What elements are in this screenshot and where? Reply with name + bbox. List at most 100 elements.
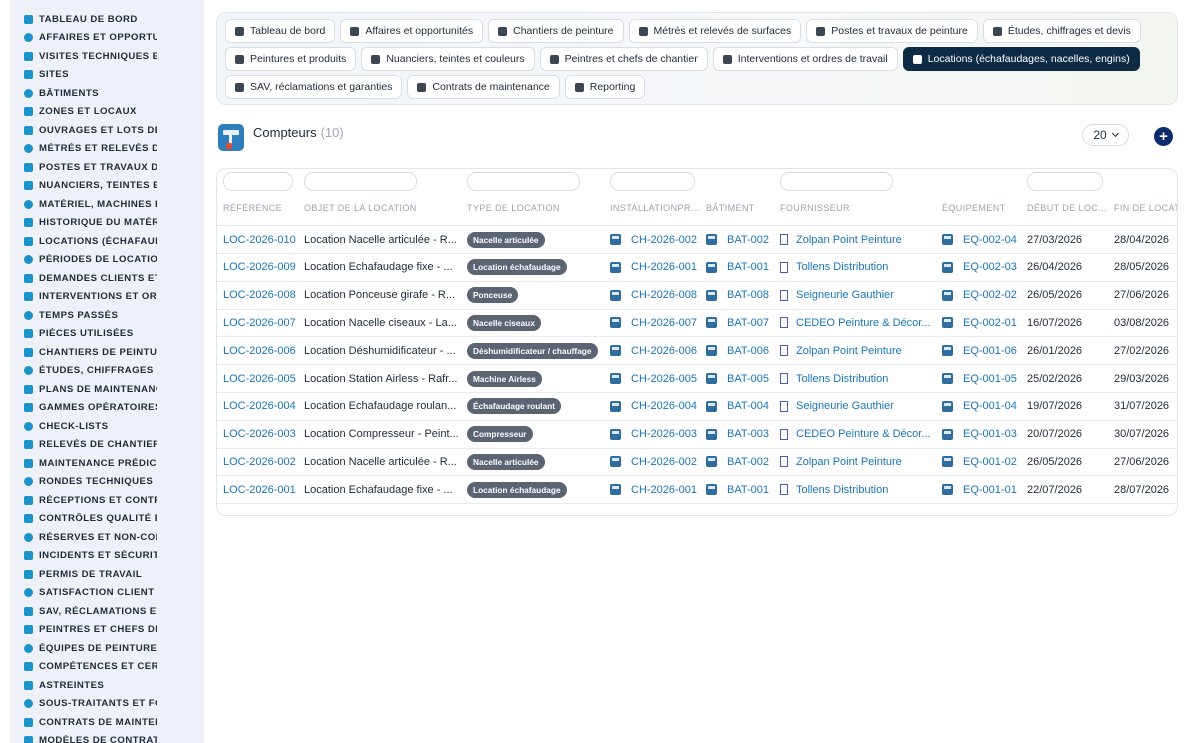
record-link[interactable]: EQ-001-01	[963, 484, 1017, 496]
record-link[interactable]: BAT-006	[727, 345, 769, 357]
sidebar-item[interactable]: TABLEAU DE BORD	[10, 10, 204, 29]
column-header[interactable]: BÂTIMENT	[706, 203, 778, 213]
record-link[interactable]: EQ-001-06	[963, 345, 1017, 357]
record-link[interactable]: Tollens Distribution	[796, 261, 888, 273]
sidebar-item[interactable]: COMPÉTENCES ET CERTIFICATIONS	[10, 658, 204, 677]
record-link[interactable]: BAT-001	[727, 261, 769, 273]
module-tab[interactable]: Affaires et opportunités	[340, 19, 484, 43]
table-row[interactable]: LOC-2026-007 Location Nacelle ciseaux - L…	[217, 309, 1177, 338]
module-tab[interactable]: Nuanciers, teintes et couleurs	[361, 47, 535, 71]
table-row[interactable]: LOC-2026-010 Location Nacelle articulée -…	[217, 226, 1177, 254]
module-tab[interactable]: Contrats de maintenance	[407, 75, 560, 99]
sidebar-item[interactable]: INTERVENTIONS ET ORDRES DE TRAVAIL	[10, 288, 204, 307]
record-link[interactable]: EQ-002-04	[963, 234, 1017, 246]
column-header[interactable]: OBJET DE LA LOCATION	[304, 203, 462, 213]
record-link[interactable]: Tollens Distribution	[796, 373, 888, 385]
module-tab[interactable]: Tableau de bord	[225, 19, 336, 43]
sidebar-item[interactable]: NUANCIERS, TEINTES ET COULEURS	[10, 177, 204, 196]
column-filter-input[interactable]	[610, 172, 695, 191]
record-link[interactable]: CH-2026-008	[631, 289, 697, 301]
sidebar-item[interactable]: ÉQUIPES DE PEINTURE	[10, 639, 204, 658]
record-link[interactable]: EQ-002-01	[963, 317, 1017, 329]
record-link[interactable]: CH-2026-005	[631, 373, 697, 385]
sidebar-item[interactable]: VISITES TECHNIQUES ET DIAGNOSTICS	[10, 47, 204, 66]
record-link[interactable]: EQ-001-04	[963, 400, 1017, 412]
module-tab[interactable]: Interventions et ordres de travail	[712, 47, 898, 71]
sidebar-item[interactable]: TEMPS PASSÉS	[10, 306, 204, 325]
record-link[interactable]: LOC-2026-005	[223, 373, 296, 385]
column-filter-input[interactable]	[780, 172, 893, 191]
module-tab[interactable]: SAV, réclamations et garanties	[225, 75, 403, 99]
record-link[interactable]: LOC-2026-001	[223, 484, 296, 496]
sidebar-item[interactable]: RELEVÉS DE CHANTIER	[10, 436, 204, 455]
record-link[interactable]: LOC-2026-002	[223, 456, 296, 468]
sidebar-item[interactable]: CONTRÔLES QUALITÉ ET CONFORMITÉ	[10, 510, 204, 529]
record-link[interactable]: BAT-002	[727, 234, 769, 246]
record-link[interactable]: CH-2026-002	[631, 456, 697, 468]
sidebar-item[interactable]: SOUS-TRAITANTS ET FOURNISSEURS	[10, 695, 204, 714]
sidebar-item[interactable]: PLANS DE MAINTENANCE	[10, 380, 204, 399]
table-row[interactable]: LOC-2026-004 Location Echafaudage roulan.…	[217, 393, 1177, 421]
record-link[interactable]: Tollens Distribution	[796, 484, 888, 496]
add-record-button[interactable]: +	[1154, 127, 1173, 146]
module-tab[interactable]: Reporting	[564, 75, 646, 99]
record-link[interactable]: CH-2026-004	[631, 400, 697, 412]
module-tab[interactable]: Peintres et chefs de chantier	[539, 47, 708, 71]
module-tab[interactable]: Peintures et produits	[225, 47, 357, 71]
table-row[interactable]: LOC-2026-006 Location Déshumidificateur -…	[217, 337, 1177, 366]
record-link[interactable]: BAT-003	[727, 428, 769, 440]
sidebar-item[interactable]: CHANTIERS DE PEINTURE	[10, 343, 204, 362]
sidebar-item[interactable]: INCIDENTS ET SÉCURITÉ	[10, 547, 204, 566]
table-row[interactable]: LOC-2026-003 Location Compresseur - Peint…	[217, 421, 1177, 449]
sidebar-item[interactable]: MAINTENANCE PRÉDICTIVE	[10, 454, 204, 473]
column-filter-input[interactable]	[304, 172, 417, 191]
sidebar-item[interactable]: ASTREINTES	[10, 676, 204, 695]
record-link[interactable]: BAT-005	[727, 373, 769, 385]
sidebar-item[interactable]: GAMMES OPÉRATOIRES	[10, 399, 204, 418]
sidebar-item[interactable]: PÉRIODES DE LOCATION	[10, 251, 204, 270]
record-link[interactable]: CH-2026-006	[631, 345, 697, 357]
table-row[interactable]: LOC-2026-009 Location Echafaudage fixe - …	[217, 254, 1177, 282]
sidebar-item[interactable]: POSTES ET TRAVAUX DE PEINTURE	[10, 158, 204, 177]
record-link[interactable]: BAT-004	[727, 400, 769, 412]
record-link[interactable]: CEDEO Peinture & Décor...	[796, 317, 931, 329]
record-link[interactable]: Zolpan Point Peinture	[796, 234, 902, 246]
column-header[interactable]: INSTALLATIONPR...	[610, 203, 704, 213]
column-header[interactable]: DÉBUT DE LOC...	[1027, 203, 1112, 213]
record-link[interactable]: EQ-002-02	[963, 289, 1017, 301]
column-header[interactable]: FIN DE LOCATION	[1114, 203, 1177, 213]
record-link[interactable]: BAT-002	[727, 456, 769, 468]
record-link[interactable]: Seigneurie Gauthier	[796, 289, 894, 301]
record-link[interactable]: LOC-2026-008	[223, 289, 296, 301]
module-tab[interactable]: Chantiers de peinture	[488, 19, 624, 43]
record-link[interactable]: LOC-2026-004	[223, 400, 296, 412]
column-header[interactable]: ÉQUIPEMENT	[942, 203, 1025, 213]
column-header[interactable]: FOURNISSEUR	[780, 203, 940, 213]
record-link[interactable]: CH-2026-002	[631, 234, 697, 246]
record-link[interactable]: CH-2026-001	[631, 261, 697, 273]
record-link[interactable]: CH-2026-001	[631, 484, 697, 496]
sidebar-item[interactable]: AFFAIRES ET OPPORTUNITÉS	[10, 29, 204, 48]
module-tab[interactable]: Locations (échafaudages, nacelles, engin…	[902, 47, 1140, 71]
table-row[interactable]: LOC-2026-005 Location Station Airless - R…	[217, 365, 1177, 393]
page-size-select[interactable]: 20	[1082, 124, 1129, 146]
sidebar-item[interactable]: SITES	[10, 66, 204, 85]
sidebar-item[interactable]: MATÉRIEL, MACHINES ET OUTILLAGE	[10, 195, 204, 214]
module-tab[interactable]: Postes et travaux de peinture	[806, 19, 978, 43]
record-link[interactable]: LOC-2026-006	[223, 345, 296, 357]
sidebar-item[interactable]: ZONES ET LOCAUX	[10, 103, 204, 122]
sidebar-item[interactable]: HISTORIQUE DU MATÉRIEL	[10, 214, 204, 233]
sidebar-item[interactable]: PERMIS DE TRAVAIL	[10, 565, 204, 584]
sidebar-item[interactable]: CHECK-LISTS	[10, 417, 204, 436]
sidebar-item[interactable]: RÉCEPTIONS ET CONTRÔLES	[10, 491, 204, 510]
sidebar-item[interactable]: LOCATIONS (ÉCHAFAUDAGES, NACELLES, ENGIN…	[10, 232, 204, 251]
record-link[interactable]: Seigneurie Gauthier	[796, 400, 894, 412]
record-link[interactable]: LOC-2026-003	[223, 428, 296, 440]
column-filter-input[interactable]	[467, 172, 580, 191]
record-link[interactable]: EQ-001-03	[963, 428, 1017, 440]
table-row[interactable]: LOC-2026-002 Location Nacelle articulée -…	[217, 448, 1177, 477]
sidebar-item[interactable]: RONDES TECHNIQUES	[10, 473, 204, 492]
sidebar-item[interactable]: PIÈCES UTILISÉES	[10, 325, 204, 344]
sidebar-item[interactable]: CONTRATS DE MAINTENANCE	[10, 713, 204, 732]
module-tab[interactable]: Études, chiffrages et devis	[982, 19, 1141, 43]
